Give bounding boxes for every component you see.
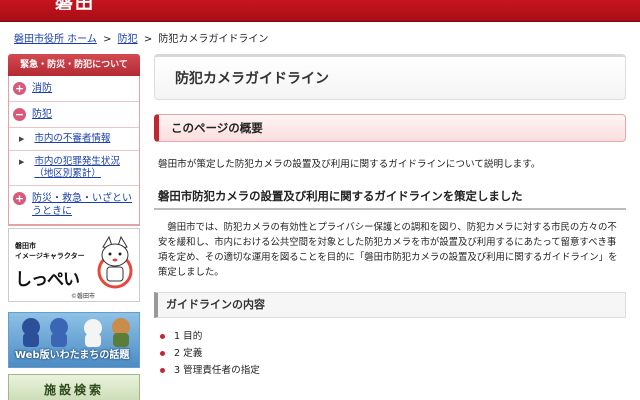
sidebar-item-label[interactable]: 防災・救急・いざというときに bbox=[32, 192, 135, 218]
page-title: 防犯カメラガイドライン bbox=[154, 54, 626, 100]
mascot-copyright: ©磐田市 bbox=[71, 293, 96, 300]
mascot-dog-icon bbox=[97, 235, 133, 289]
section-heading: 磐田市防犯カメラの設置及び利用に関するガイドラインを策定しました bbox=[154, 184, 626, 210]
facility-search-label: 施設検索 bbox=[43, 383, 104, 397]
mascot-name: しっぺい bbox=[15, 270, 80, 290]
guideline-toc: 1 目的 2 定義 3 管理責任者の指定 bbox=[154, 328, 626, 379]
sidebar-subitem-suspicious-persons[interactable]: ▶ 市内の不審者情報 bbox=[9, 128, 139, 151]
mascot-banner[interactable]: 磐田市 イメージキャラクター しっぺい ©磐田市 bbox=[8, 228, 140, 302]
sidebar-nav: 緊急・防災・防犯について + 消防 − 防犯 ▶ 市内の不審者情報 ▶ 市内の犯… bbox=[8, 54, 140, 226]
breadcrumb-separator: > bbox=[103, 34, 112, 45]
site-header-bar: 磐田 bbox=[0, 0, 640, 22]
triangle-right-icon: ▶ bbox=[19, 158, 25, 166]
town-news-label: Web版いわたまちの話題 bbox=[15, 350, 130, 361]
sidebar-item-label[interactable]: 防犯 bbox=[32, 108, 52, 121]
bullet-icon bbox=[160, 334, 165, 339]
site-logo[interactable]: 磐田 bbox=[55, 0, 115, 10]
sidebar-menu: + 消防 − 防犯 ▶ 市内の不審者情報 ▶ 市内の犯罪発生状況（地区別累計） … bbox=[8, 76, 140, 226]
triangle-right-icon: ▶ bbox=[19, 135, 25, 143]
section-body: 磐田市では、防犯カメラの有効性とプライバシー保護との調和を図り、防犯カメラに対す… bbox=[158, 222, 618, 278]
site-logo-text: 磐田 bbox=[55, 0, 115, 10]
facility-search-banner[interactable]: 施設検索 bbox=[8, 374, 140, 400]
sidebar-item-label[interactable]: 消防 bbox=[32, 82, 52, 95]
breadcrumb-section-link[interactable]: 防犯 bbox=[118, 34, 138, 45]
breadcrumb-separator: > bbox=[143, 34, 153, 45]
mascot-city-label: 磐田市 bbox=[15, 242, 36, 250]
toc-item-label: 1 目的 bbox=[174, 331, 203, 342]
breadcrumb: 磐田市役所 ホーム > 防犯 > 防犯カメラガイドライン bbox=[14, 30, 268, 45]
sidebar-item-crime-prevention[interactable]: − 防犯 bbox=[9, 102, 139, 128]
overview-heading: このページの概要 bbox=[154, 114, 626, 142]
overview-text: 磐田市が策定した防犯カメラの設置及び利用に関するガイドラインについて説明します。 bbox=[158, 159, 541, 170]
mascot-subtitle: イメージキャラクター bbox=[15, 252, 85, 260]
expand-plus-icon[interactable]: + bbox=[13, 82, 26, 95]
characters-illustration-icon bbox=[22, 318, 130, 347]
sidebar-subitem-label[interactable]: 市内の不審者情報 bbox=[34, 133, 110, 145]
toc-item-label: 2 定義 bbox=[174, 348, 203, 359]
bullet-icon bbox=[160, 351, 165, 356]
collapse-minus-icon[interactable]: − bbox=[13, 108, 26, 121]
breadcrumb-home-link[interactable]: 磐田市役所 ホーム bbox=[14, 34, 97, 45]
town-news-banner[interactable]: Web版いわたまちの話題 bbox=[8, 312, 140, 368]
sidebar-subitem-crime-statistics[interactable]: ▶ 市内の犯罪発生状況（地区別累計） bbox=[9, 151, 139, 186]
sidebar-item-disaster-emergency[interactable]: + 防災・救急・いざというときに bbox=[9, 186, 139, 225]
sidebar-subitem-label[interactable]: 市内の犯罪発生状況（地区別累計） bbox=[34, 156, 135, 180]
guideline-contents-heading: ガイドラインの内容 bbox=[154, 292, 626, 318]
breadcrumb-current: 防犯カメラガイドライン bbox=[158, 34, 269, 45]
main-content: 防犯カメラガイドライン このページの概要 磐田市が策定した防犯カメラの設置及び利… bbox=[154, 54, 626, 379]
bullet-icon bbox=[160, 368, 165, 373]
sidebar-item-fire[interactable]: + 消防 bbox=[9, 76, 139, 102]
toc-item: 3 管理責任者の指定 bbox=[160, 362, 626, 379]
toc-item-label: 3 管理責任者の指定 bbox=[174, 365, 260, 376]
toc-item: 1 目的 bbox=[160, 328, 626, 345]
toc-item: 2 定義 bbox=[160, 345, 626, 362]
sidebar-heading: 緊急・防災・防犯について bbox=[8, 54, 140, 76]
expand-plus-icon[interactable]: + bbox=[13, 192, 26, 205]
